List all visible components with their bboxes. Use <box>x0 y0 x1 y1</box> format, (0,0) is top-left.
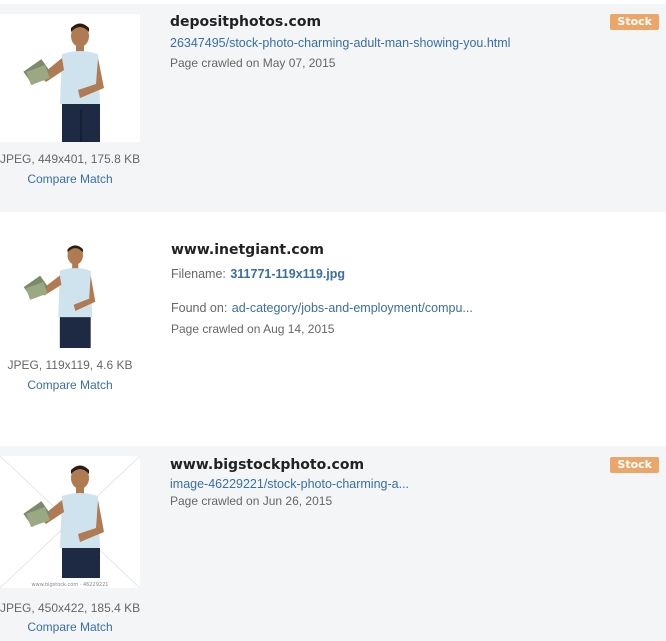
compare-match-link[interactable]: Compare Match <box>0 378 140 392</box>
result-item: JPEG, 449x401, 175.8 KB Compare Match de… <box>0 4 666 212</box>
compare-match-link[interactable]: Compare Match <box>0 172 140 186</box>
result-site-title: www.bigstockphoto.com <box>170 457 365 473</box>
man-holding-money-image <box>0 14 140 142</box>
result-site-title: www.inetgiant.com <box>171 242 324 258</box>
result-thumbnail[interactable]: www.bigstock.com · 46229221 <box>0 456 140 588</box>
found-on-link[interactable]: ad-category/jobs-and-employment/compu... <box>232 301 473 315</box>
stock-badge: Stock <box>610 457 659 473</box>
result-url-link[interactable]: 26347495/stock-photo-charming-adult-man-… <box>170 36 656 50</box>
stock-badge: Stock <box>610 14 659 30</box>
filename-label: Filename: <box>171 267 226 281</box>
crawl-date: Page crawled on Aug 14, 2015 <box>171 322 335 336</box>
result-item: www.bigstock.com · 46229221 JPEG, 450x42… <box>0 446 666 641</box>
man-holding-money-image <box>12 240 120 348</box>
crawl-date: Page crawled on Jun 26, 2015 <box>170 494 333 508</box>
filename-link[interactable]: 311771-119x119.jpg <box>230 267 345 281</box>
result-thumbnail[interactable] <box>0 14 140 142</box>
results-list: JPEG, 449x401, 175.8 KB Compare Match de… <box>0 0 666 641</box>
image-meta: JPEG, 119x119, 4.6 KB <box>7 358 133 372</box>
result-url-link[interactable]: image-46229221/stock-photo-charming-a... <box>170 477 656 491</box>
watermark-text: www.bigstock.com · 46229221 <box>32 582 109 588</box>
result-thumbnail[interactable] <box>12 240 120 348</box>
image-meta: JPEG, 449x401, 175.8 KB <box>0 152 141 166</box>
image-meta: JPEG, 450x422, 185.4 KB <box>0 601 141 615</box>
crawl-date: Page crawled on May 07, 2015 <box>170 56 336 70</box>
result-item: JPEG, 119x119, 4.6 KB Compare Match www.… <box>0 212 666 446</box>
result-site-title: depositphotos.com <box>170 14 322 30</box>
compare-match-link[interactable]: Compare Match <box>0 620 140 634</box>
found-on-label: Found on: <box>171 301 228 315</box>
man-holding-money-image: www.bigstock.com · 46229221 <box>0 456 140 588</box>
